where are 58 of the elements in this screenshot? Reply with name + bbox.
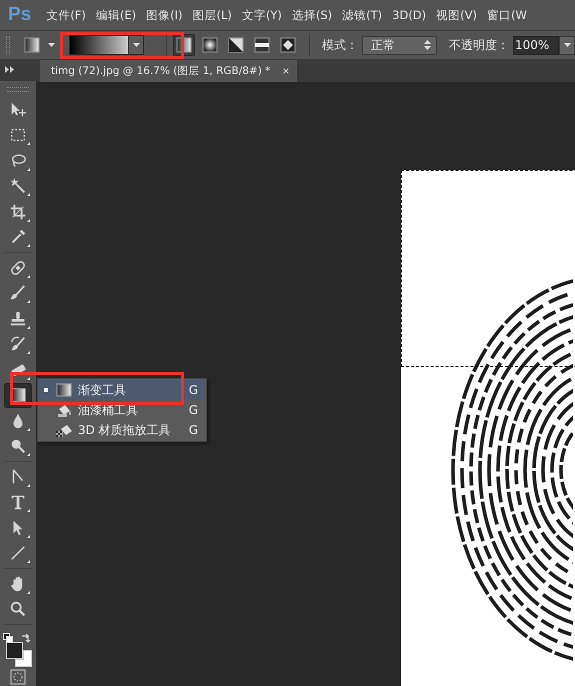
diamond-gradient-icon [280, 37, 296, 53]
mode-label: 模式： [322, 36, 358, 54]
angle-gradient-icon [228, 37, 244, 53]
caret-icon [48, 43, 55, 47]
tool-menu-item[interactable]: 3D 材质拖放工具 G [38, 420, 206, 440]
up-down-arrows-icon [424, 40, 431, 50]
brush-icon [9, 284, 27, 302]
gradient-preset-icon [24, 37, 40, 53]
document-tab[interactable]: timg (72).jpg @ 16.7% (图层 1, RGB/8#) * × [40, 60, 298, 82]
zoom-icon [9, 600, 27, 618]
crop-icon [9, 202, 27, 221]
opacity-label: 不透明度： [449, 36, 509, 54]
lollipop-icon [9, 437, 27, 456]
type-icon [9, 493, 27, 512]
gradient-picker[interactable] [68, 35, 144, 55]
caret-icon [564, 43, 570, 47]
reflected-gradient-icon [254, 37, 270, 53]
swap-arrows-icon [21, 633, 31, 643]
background-color-swatch[interactable] [15, 650, 32, 667]
foreground-color-swatch[interactable] [6, 642, 23, 659]
shortcut-key: G [188, 383, 198, 397]
menu-item[interactable]: 选择(S) [286, 4, 338, 26]
caret-icon [132, 43, 140, 47]
document-tab-title: timg (72).jpg @ 16.7% (图层 1, RGB/8#) * [51, 64, 270, 78]
menu-item[interactable]: 图层(L) [187, 4, 237, 26]
paint-bucket-icon [56, 402, 72, 418]
close-tab-button[interactable]: × [282, 64, 290, 78]
opacity-dropdown-button[interactable] [559, 36, 575, 54]
menu-item[interactable]: 文件(F) [41, 4, 91, 26]
menu-item[interactable]: 窗口(W [482, 4, 532, 26]
mode-select[interactable]: 正常 [362, 36, 437, 54]
quick-mask-icon [10, 669, 26, 685]
magic-wand-icon [9, 177, 27, 196]
shortcut-key: G [188, 423, 198, 437]
tool-menu-item[interactable]: 渐变工具 G [38, 380, 206, 400]
radial-gradient-icon [202, 37, 218, 53]
menu-item[interactable]: 编辑(E) [90, 4, 142, 26]
lasso-icon [9, 152, 27, 170]
default-colors-icon [3, 633, 13, 643]
material-drop-icon [56, 422, 72, 438]
history-brush-icon [9, 335, 27, 354]
menu-item[interactable]: 滤镜(T) [337, 4, 388, 26]
menu-item[interactable]: 视图(V) [431, 4, 482, 26]
bandage-icon [9, 258, 27, 277]
opacity-field[interactable]: 100% [513, 36, 559, 54]
stamp-icon [9, 310, 27, 328]
line-icon [9, 544, 27, 562]
tool-preset-picker[interactable] [24, 37, 55, 53]
shortcut-key: G [188, 403, 198, 417]
tool-menu-label: 渐变工具 [78, 382, 127, 398]
menu-item[interactable]: 3D(D) [387, 5, 432, 25]
double-chevron-icon [5, 66, 14, 73]
menu-item[interactable]: 图像(I) [141, 4, 188, 26]
app-logo: Ps [8, 4, 32, 26]
menu-item[interactable]: 文字(Y) [236, 4, 287, 26]
tool-menu-label: 3D 材质拖放工具 [78, 422, 172, 438]
gradient-icon [56, 382, 72, 398]
move-arrow-icon [9, 100, 27, 119]
